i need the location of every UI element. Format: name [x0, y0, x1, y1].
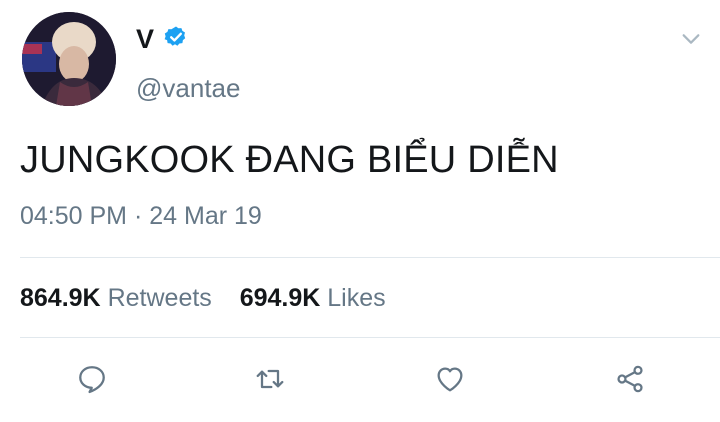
- handle[interactable]: @vantae: [136, 73, 240, 103]
- divider: [20, 337, 720, 338]
- share-button[interactable]: [612, 361, 648, 397]
- tweet-meta: 04:50 PM · 24 Mar 19: [20, 201, 262, 231]
- chevron-down-icon[interactable]: [680, 28, 702, 50]
- divider: [20, 257, 720, 258]
- retweets-label: Retweets: [107, 284, 212, 312]
- retweets-stat[interactable]: 864.9K Retweets: [20, 284, 212, 312]
- like-button[interactable]: [432, 361, 468, 397]
- tweet-date[interactable]: 24 Mar 19: [149, 202, 262, 230]
- tweet-stats: 864.9K Retweets 694.9K Likes: [20, 283, 386, 313]
- avatar-image: [22, 12, 116, 106]
- reply-icon: [79, 366, 105, 394]
- tweet-text: JUNGKOOK ĐANG BIỂU DIỄN: [20, 139, 559, 181]
- likes-count: 694.9K: [239, 284, 321, 312]
- verified-badge-icon: [164, 26, 186, 46]
- retweet-icon: [256, 369, 284, 389]
- likes-label: Likes: [327, 284, 386, 312]
- heart-icon: [437, 367, 463, 392]
- reply-button[interactable]: [74, 361, 110, 397]
- display-name[interactable]: V: [136, 24, 154, 54]
- tweet-card: V @vantae JUNGKOOK ĐANG BIỂU DIỄN 04:50 …: [0, 0, 720, 422]
- likes-stat[interactable]: 694.9K Likes: [240, 284, 386, 312]
- tweet-time[interactable]: 04:50 PM: [20, 202, 127, 230]
- avatar[interactable]: [22, 12, 116, 106]
- share-icon: [617, 365, 643, 393]
- retweet-button[interactable]: [252, 361, 288, 397]
- retweets-count: 864.9K: [20, 284, 101, 312]
- meta-separator: ·: [133, 202, 143, 230]
